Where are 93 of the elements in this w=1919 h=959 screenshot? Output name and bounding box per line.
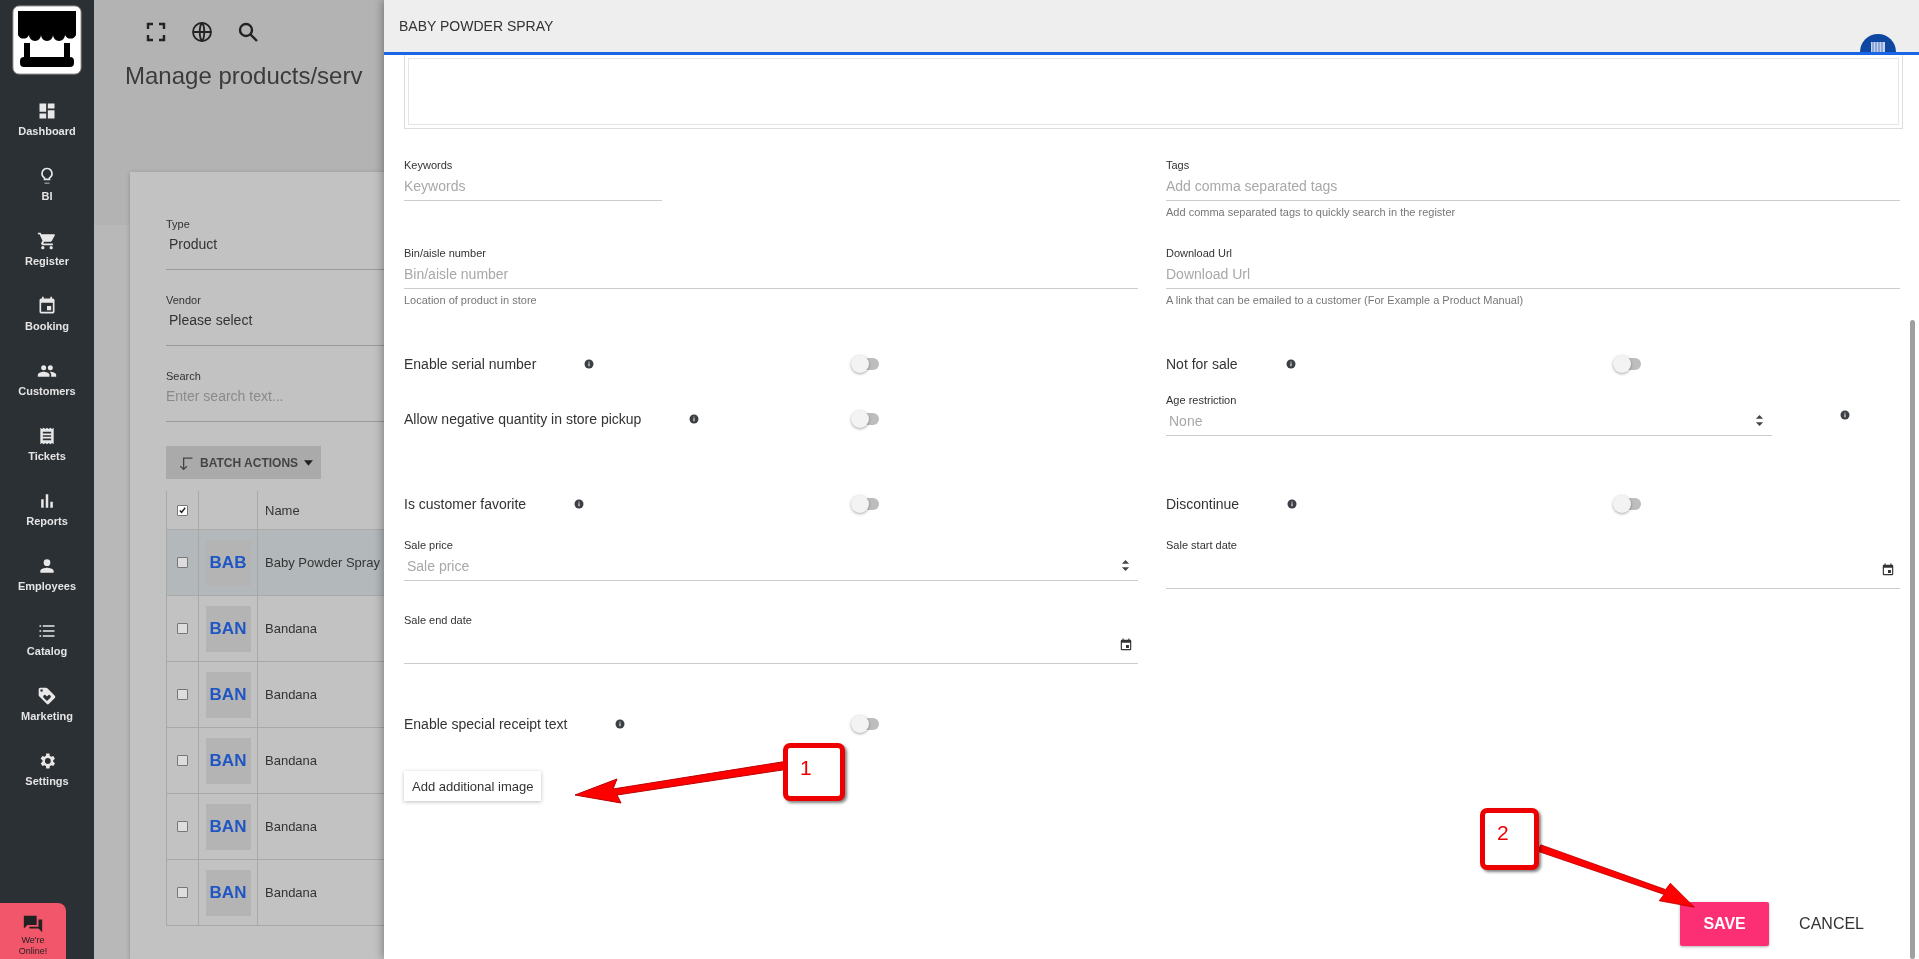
- checkbox[interactable]: [177, 755, 188, 766]
- info-icon[interactable]: [1840, 410, 1850, 420]
- field-hint: Add comma separated tags to quickly search in the register: [1166, 206, 1456, 218]
- toggle-label: Allow negative quantity in store pickup: [404, 411, 642, 427]
- barcode-badge-icon: [1860, 32, 1896, 52]
- toggle-label: Enable serial number: [404, 356, 537, 372]
- product-thumbnail: BAN: [205, 737, 251, 784]
- column-header[interactable]: Name: [265, 502, 300, 518]
- nav-item[interactable]: Catalog: [26, 621, 68, 686]
- info-icon[interactable]: [584, 359, 595, 369]
- field-hint: A link that can be emailed to a customer (For Example a Product Manual): [1166, 294, 1524, 306]
- nav-item[interactable]: Settings: [25, 751, 69, 816]
- fullscreen-icon[interactable]: [144, 20, 168, 44]
- field-label: Search: [166, 370, 201, 382]
- table-cell: Baby Powder Spray: [265, 555, 380, 570]
- field-label: Vendor: [166, 294, 201, 306]
- step-number: 2: [1480, 808, 1539, 870]
- checkbox[interactable]: [177, 821, 188, 832]
- calendar-icon: [37, 296, 57, 316]
- nav-item[interactable]: Reports: [26, 491, 68, 556]
- info-icon[interactable]: [574, 499, 585, 509]
- nav-item[interactable]: Marketing: [21, 686, 73, 751]
- product-thumbnail: BAN: [205, 671, 251, 718]
- field-label: Sale price: [404, 539, 453, 551]
- select-field[interactable]: Product: [166, 230, 218, 252]
- globe-icon[interactable]: [190, 20, 214, 44]
- table-cell: Bandana: [265, 753, 318, 768]
- nav-item[interactable]: Tickets: [28, 426, 66, 491]
- chat-icon: [21, 913, 45, 935]
- step-number: 1: [783, 743, 845, 801]
- toggle-switch[interactable]: [853, 413, 879, 425]
- checkbox[interactable]: [177, 689, 188, 700]
- checkbox[interactable]: [177, 504, 188, 516]
- field-label: Sale end date: [404, 614, 472, 626]
- toggle-label: Not for sale: [1166, 356, 1238, 372]
- product-thumbnail: BAN: [205, 605, 251, 652]
- field-label: Bin/aisle number: [404, 247, 486, 259]
- toggle-label: Enable special receipt text: [404, 716, 568, 732]
- search-icon[interactable]: [236, 20, 260, 44]
- nav-item[interactable]: BI: [37, 166, 57, 231]
- nav-item[interactable]: Dashboard: [18, 101, 76, 166]
- product-thumbnail: BAN: [205, 803, 251, 850]
- storefront-logo-icon[interactable]: [12, 5, 82, 75]
- nav-item[interactable]: Register: [25, 231, 69, 296]
- save-button[interactable]: SAVE: [1680, 902, 1770, 946]
- page-title: Manage products/serv: [125, 62, 364, 90]
- field-label: Download Url: [1166, 247, 1233, 259]
- toggle-label: Is customer favorite: [404, 496, 527, 512]
- field-label: Type: [166, 218, 190, 230]
- field-label: Keywords: [404, 159, 453, 171]
- field-hint: Location of product in store: [404, 294, 537, 306]
- toggle-switch[interactable]: [1615, 498, 1641, 510]
- nav-item[interactable]: Booking: [25, 296, 69, 361]
- person-icon: [37, 556, 57, 576]
- toggle-switch[interactable]: [853, 718, 879, 730]
- checkbox[interactable]: [177, 887, 188, 898]
- batch-actions-button[interactable]: BATCH ACTIONS: [166, 446, 321, 479]
- spinner-icon: [1121, 558, 1130, 573]
- nav-item[interactable]: Customers: [18, 361, 76, 426]
- toggle-label: Discontinue: [1166, 496, 1240, 512]
- info-icon[interactable]: [615, 719, 626, 729]
- calendar-icon[interactable]: [1881, 562, 1895, 577]
- toggle-switch[interactable]: [853, 358, 879, 370]
- table-cell: Bandana: [265, 885, 318, 900]
- add-image-button[interactable]: Add additional image: [404, 771, 542, 801]
- field-label: Age restriction: [1166, 394, 1237, 406]
- dialog-title: BABY POWDER SPRAY: [399, 18, 554, 34]
- product-thumbnail: BAB: [205, 539, 251, 586]
- cart-icon: [37, 231, 57, 251]
- table-cell: Bandana: [265, 687, 318, 702]
- nav-item[interactable]: Employees: [17, 556, 77, 621]
- product-thumbnail: BAN: [205, 869, 251, 916]
- info-icon[interactable]: [1287, 499, 1298, 509]
- chat-badge[interactable]: We're Online!: [0, 903, 66, 959]
- table-cell: Bandana: [265, 819, 318, 834]
- search-field[interactable]: Enter search text...: [166, 382, 347, 404]
- tag-icon: [37, 686, 57, 706]
- cancel-button[interactable]: CANCEL: [1779, 902, 1884, 946]
- document-icon: [37, 426, 57, 446]
- field-label: Sale start date: [1166, 539, 1237, 551]
- info-icon[interactable]: [1285, 359, 1296, 369]
- dashboard-icon: [37, 101, 57, 121]
- calendar-icon[interactable]: [1119, 637, 1133, 652]
- toggle-switch[interactable]: [853, 498, 879, 510]
- spinner-icon: [1755, 413, 1764, 428]
- field-label: Tags: [1166, 159, 1190, 171]
- caret-icon: [304, 459, 313, 466]
- checkbox[interactable]: [177, 623, 188, 634]
- checkbox[interactable]: [177, 557, 188, 568]
- select-field[interactable]: Please select: [166, 306, 253, 328]
- info-icon[interactable]: [689, 414, 700, 424]
- toggle-switch[interactable]: [1615, 358, 1641, 370]
- table-cell: Bandana: [265, 621, 318, 636]
